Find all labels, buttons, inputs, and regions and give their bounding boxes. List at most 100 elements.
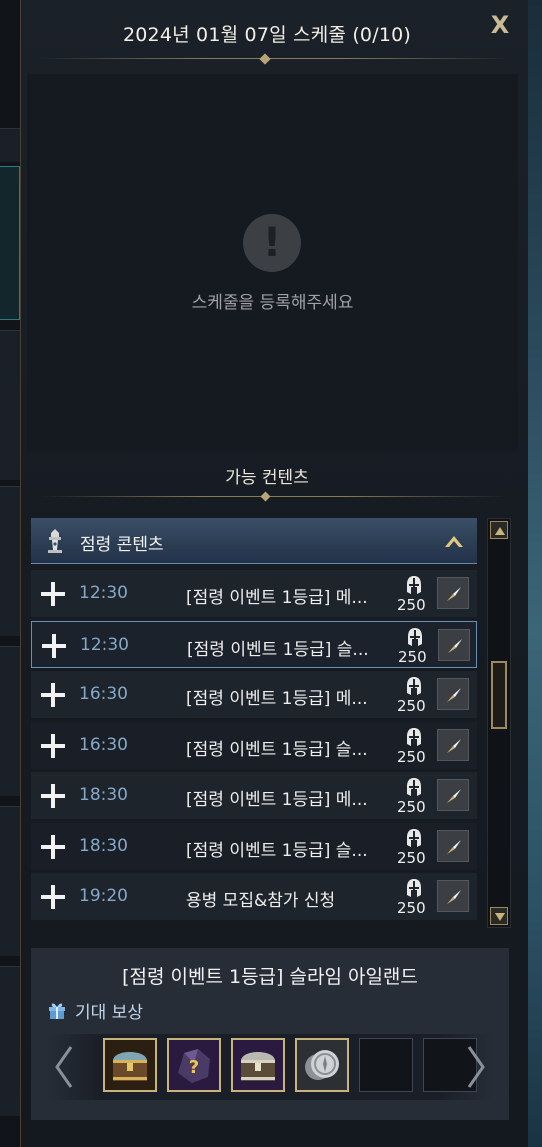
content-row[interactable]: 16:30 [점령 이벤트 1등급] 슬... 250	[31, 721, 477, 769]
pin-button[interactable]	[438, 628, 470, 661]
compass-pin-icon	[447, 839, 461, 854]
content-cost: 250	[397, 747, 426, 766]
background-ocean	[528, 0, 542, 1147]
chevron-right-icon[interactable]	[465, 1044, 487, 1090]
panel-header: 2024년 01월 07일 스케줄 (0/10) X	[21, 0, 529, 66]
helmet-icon	[407, 677, 421, 695]
category-label: 점령 콘텐츠	[80, 535, 164, 555]
content-row[interactable]: 16:30 [점령 이벤트 1등급] 메... 250	[31, 671, 477, 718]
reward-slot[interactable]	[231, 1038, 285, 1092]
title-ornament	[259, 53, 271, 65]
content-time: 18:30	[79, 785, 128, 805]
content-name: [점령 이벤트 1등급] 메...	[186, 588, 368, 608]
content-name: [점령 이벤트 1등급] 슬...	[187, 639, 369, 660]
pin-button[interactable]	[437, 728, 469, 761]
scroll-up-button[interactable]	[490, 521, 508, 539]
content-time: 12:30	[80, 634, 129, 655]
svg-text:?: ?	[189, 1057, 199, 1078]
content-cost: 250	[397, 899, 426, 917]
section-ornament	[260, 491, 271, 502]
content-cost: 250	[397, 697, 426, 715]
scroll-down-button[interactable]	[490, 907, 508, 925]
detail-title: [점령 이벤트 1등급] 슬라임 아일랜드	[122, 966, 418, 988]
content-time: 12:30	[79, 583, 128, 603]
triangle-down-icon	[495, 913, 505, 921]
gift-icon	[49, 1003, 65, 1019]
chevron-up-icon	[445, 536, 463, 547]
background-segment	[0, 806, 20, 956]
add-schedule-icon[interactable]	[41, 784, 65, 808]
content-name: [점령 이벤트 1등급] 슬...	[186, 840, 368, 861]
content-cost: 250	[397, 596, 426, 614]
helmet-icon	[407, 828, 421, 847]
background-segment	[0, 486, 20, 636]
content-time: 18:30	[79, 835, 128, 856]
content-row[interactable]: 18:30 [점령 이벤트 1등급] 슬... 250	[31, 822, 477, 870]
add-schedule-icon[interactable]	[42, 633, 66, 658]
content-time: 19:20	[79, 886, 128, 906]
triangle-up-icon	[495, 527, 505, 535]
helmet-icon	[407, 778, 421, 796]
title-divider	[41, 58, 509, 59]
content-detail-panel: [점령 이벤트 1등급] 슬라임 아일랜드 기대 보상 ?	[31, 948, 509, 1120]
expected-reward-label: 기대 보상	[75, 1003, 143, 1023]
content-row[interactable]: 19:20 용병 모집&참가 신청 250	[31, 873, 477, 920]
content-cost: 250	[397, 848, 426, 867]
compass-pin-icon	[447, 587, 461, 601]
content-name: [점령 이벤트 1등급] 메...	[186, 790, 368, 810]
add-schedule-icon[interactable]	[41, 834, 65, 859]
content-time: 16:30	[79, 684, 128, 704]
mystery-ore-icon: ?	[178, 1049, 210, 1083]
panel-title: 2024년 01월 07일 스케줄 (0/10)	[122, 24, 412, 46]
silver-chest-icon	[241, 1052, 275, 1081]
content-name: 용병 모집&참가 신청	[186, 891, 336, 911]
tower-icon	[48, 529, 62, 553]
add-schedule-icon[interactable]	[41, 885, 65, 909]
helmet-icon	[407, 879, 421, 897]
chevron-left-icon[interactable]	[53, 1044, 75, 1090]
pin-button[interactable]	[437, 779, 469, 811]
background-segment	[0, 966, 20, 1116]
content-row[interactable]: 12:30 [점령 이벤트 1등급] 메... 250	[31, 570, 477, 617]
helmet-icon	[408, 627, 422, 646]
compass-pin-icon	[448, 638, 462, 653]
content-row[interactable]: 18:30 [점령 이벤트 1등급] 메... 250	[31, 772, 477, 819]
compass-pin-icon	[447, 738, 461, 753]
schedule-panel: 2024년 01월 07일 스케줄 (0/10) X ! 스케줄을 등록해주세요…	[20, 0, 528, 1147]
content-name: [점령 이벤트 1등급] 메...	[186, 689, 368, 709]
list-scrollbar[interactable]	[487, 518, 511, 928]
compass-pin-icon	[447, 688, 461, 702]
silver-coin-icon	[305, 1050, 339, 1080]
background-segment-highlight	[0, 166, 20, 320]
helmet-icon	[407, 727, 421, 746]
content-cost: 250	[397, 798, 426, 816]
add-schedule-icon[interactable]	[41, 683, 65, 707]
scroll-thumb[interactable]	[491, 661, 507, 729]
category-header-occupation[interactable]: 점령 콘텐츠	[31, 518, 477, 564]
empty-schedule-message: 스케줄을 등록해주세요	[191, 293, 354, 313]
content-name: [점령 이벤트 1등급] 슬...	[186, 739, 368, 760]
gold-chest-icon	[113, 1052, 147, 1081]
pin-button[interactable]	[437, 577, 469, 609]
pin-button[interactable]	[437, 678, 469, 710]
reward-slot[interactable]	[103, 1038, 157, 1092]
compass-pin-icon	[447, 789, 461, 803]
helmet-icon	[407, 576, 421, 594]
reward-slot[interactable]	[295, 1038, 349, 1092]
content-time: 16:30	[79, 734, 128, 755]
add-schedule-icon[interactable]	[41, 733, 65, 758]
pin-button[interactable]	[437, 880, 469, 912]
content-row[interactable]: 12:30 [점령 이벤트 1등급] 슬... 250	[31, 620, 477, 668]
pin-button[interactable]	[437, 829, 469, 862]
reward-slot-empty	[359, 1038, 413, 1092]
available-content-list: 점령 콘텐츠 12:30 [점령 이벤트 1등급] 메... 250 12:30 [점령…	[31, 518, 477, 922]
background-left-panel	[0, 0, 20, 1147]
background-segment	[0, 128, 20, 162]
compass-pin-icon	[447, 890, 461, 904]
reward-slot[interactable]: ?	[167, 1038, 221, 1092]
background-segment	[0, 330, 20, 480]
close-button[interactable]: X	[485, 10, 515, 40]
available-content-title: 가능 컨텐츠	[225, 468, 309, 488]
content-cost: 250	[398, 647, 427, 666]
add-schedule-icon[interactable]	[41, 582, 65, 606]
